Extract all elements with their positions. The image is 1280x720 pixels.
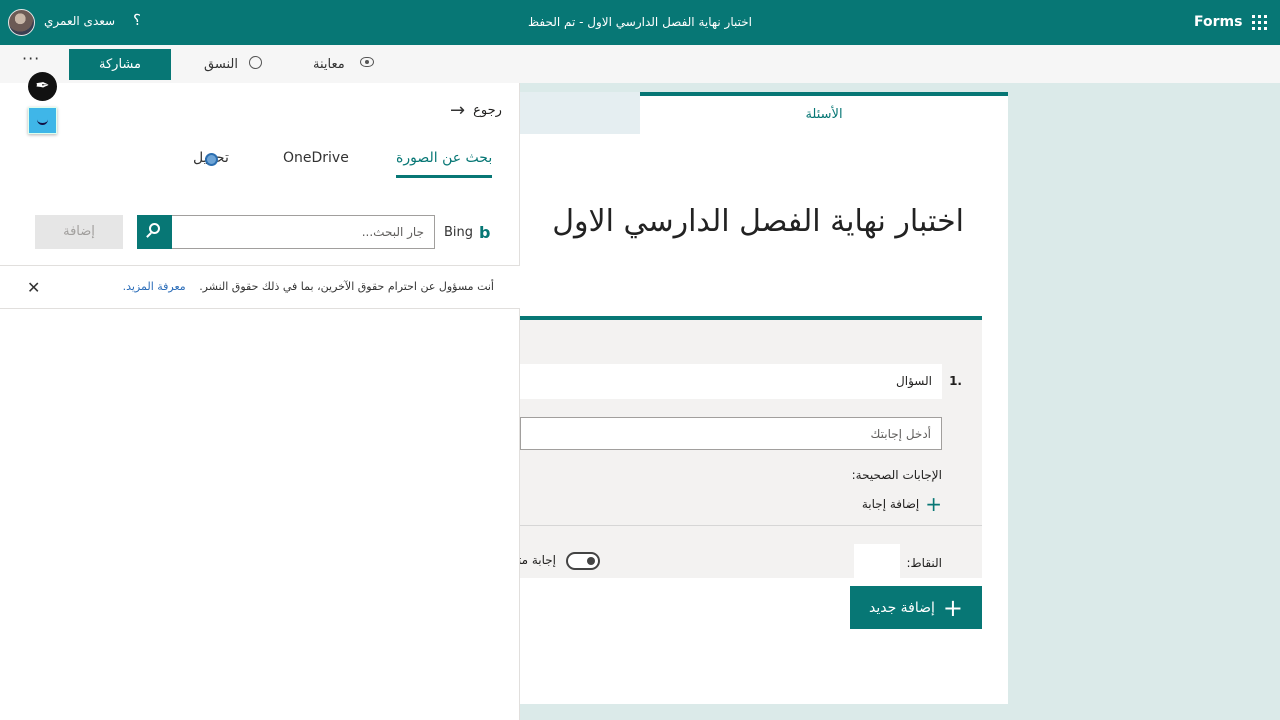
preview-button[interactable]: معاينة	[313, 57, 345, 72]
tab-questions[interactable]: الأسئلة	[640, 92, 1008, 134]
question-text: السؤال	[896, 374, 932, 388]
tab-image-search[interactable]: بحث عن الصورة	[396, 150, 493, 178]
question-text-field[interactable]: السؤال	[520, 364, 942, 399]
app-launcher-icon[interactable]	[1252, 15, 1267, 30]
smile-icon[interactable]	[28, 107, 57, 134]
form-card: الأسئلة اختبار نهاية الفصل الدارسي الاول…	[520, 92, 1008, 704]
add-image-button[interactable]: إضافة	[35, 215, 123, 249]
arrow-right-icon: →	[450, 100, 466, 121]
pen-icon[interactable]: ✒	[28, 72, 57, 101]
app-brand[interactable]: Forms	[1194, 14, 1242, 30]
back-label: رجوع	[473, 103, 502, 118]
top-bar: سعدى العمري ؟ اختبار نهاية الفصل الدارسي…	[0, 0, 1280, 45]
add-new-label: إضافة جديد	[868, 599, 935, 616]
question-block[interactable]: 1. السؤال أدخل إجابتك الإجابات الصحيحة: …	[520, 316, 982, 578]
copyright-notice: أنت مسؤول عن احترام حقوق الآخرين، بما في…	[0, 265, 520, 309]
divider	[520, 525, 982, 526]
add-answer-button[interactable]: + إضافة إجابة	[861, 492, 942, 516]
learn-more-link[interactable]: معرفة المزيد.	[123, 280, 186, 293]
form-tab-bar: الأسئلة	[520, 92, 1008, 134]
multiple-answers-toggle[interactable]	[566, 552, 600, 570]
cursor-highlight-icon	[205, 153, 218, 166]
notice-text: أنت مسؤول عن احترام حقوق الآخرين، بما في…	[123, 280, 494, 293]
more-options-icon[interactable]: ···	[22, 49, 40, 68]
add-answer-label: إضافة إجابة	[861, 497, 920, 511]
bing-icon: b	[479, 223, 491, 242]
question-number: 1.	[949, 374, 962, 388]
close-icon[interactable]: ✕	[27, 278, 40, 297]
command-bar: ··· مشاركة النسق معاينة	[0, 45, 1280, 83]
image-panel: رجوع → بحث عن الصورة OneDrive تحميل b Bi…	[0, 83, 520, 720]
bing-label: Bing	[444, 225, 474, 240]
back-button[interactable]: رجوع →	[450, 100, 502, 121]
notice-message: أنت مسؤول عن احترام حقوق الآخرين، بما في…	[199, 280, 494, 293]
palette-icon[interactable]	[249, 56, 262, 69]
search-placeholder: جار البحث...	[361, 225, 424, 239]
form-title[interactable]: اختبار نهاية الفصل الدارسي الاول	[552, 204, 964, 239]
plus-icon: +	[925, 492, 942, 516]
document-title: اختبار نهاية الفصل الدارسي الاول - تم ال…	[527, 15, 753, 29]
answer-input[interactable]: أدخل إجابتك	[520, 417, 942, 450]
points-label: النقاط:	[906, 556, 942, 570]
search-icon	[149, 223, 160, 234]
add-new-button[interactable]: + إضافة جديد	[850, 586, 982, 629]
share-button[interactable]: مشاركة	[69, 49, 171, 80]
search-button[interactable]	[137, 215, 172, 249]
answer-placeholder: أدخل إجابتك	[870, 427, 931, 441]
theme-button[interactable]: النسق	[204, 57, 238, 72]
image-search-input[interactable]: جار البحث...	[171, 215, 435, 249]
plus-icon: +	[942, 593, 964, 622]
multiple-answers-label: إجابة متعددة	[520, 553, 556, 567]
points-input[interactable]	[854, 544, 900, 578]
eye-icon[interactable]	[360, 57, 374, 67]
tab-onedrive[interactable]: OneDrive	[283, 150, 349, 166]
correct-answers-label: الإجابات الصحيحة:	[851, 468, 942, 482]
